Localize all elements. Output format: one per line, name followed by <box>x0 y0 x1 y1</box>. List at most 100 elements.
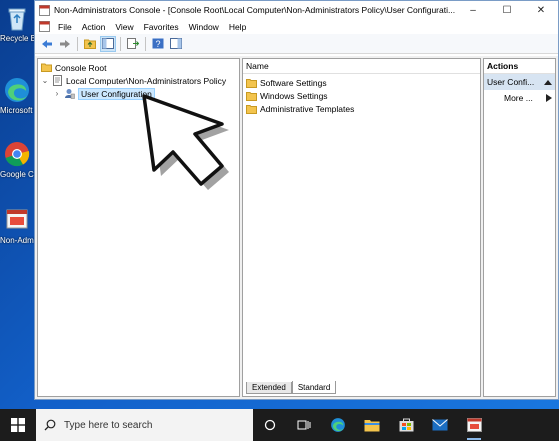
list-item-label: Administrative Templates <box>260 103 355 114</box>
toolbar-separator <box>77 36 78 51</box>
menu-action[interactable]: Action <box>77 22 111 32</box>
task-view-icon-button[interactable] <box>287 409 321 441</box>
list-item-label: Windows Settings <box>260 90 328 101</box>
desktop-icon-label: Non-Administrators Console <box>0 236 34 245</box>
taskbar-store[interactable] <box>389 409 423 441</box>
show-hide-console-tree-button[interactable] <box>100 35 116 52</box>
submenu-arrow-icon <box>546 94 552 102</box>
windows-logo-icon <box>11 418 25 432</box>
show-hide-action-pane-button[interactable] <box>168 36 184 52</box>
close-button[interactable]: ✕ <box>524 1 558 19</box>
task-view-button[interactable] <box>253 409 287 441</box>
console-tree-icon <box>102 38 114 49</box>
results-list-pane: Name Software Settings Windows Settings … <box>242 58 481 397</box>
desktop-icon-label: Google Chrome <box>0 170 34 179</box>
recycle-bin-icon <box>8 8 26 31</box>
forward-button[interactable] <box>57 36 73 52</box>
console-file-icon <box>6 209 28 229</box>
search-placeholder: Type here to search <box>64 419 153 431</box>
desktop-icon-chrome[interactable]: Google Chrome <box>0 140 34 179</box>
tab-extended[interactable]: Extended <box>246 382 292 394</box>
file-explorer-icon <box>364 420 380 432</box>
window-title: Non-Administrators Console - [Console Ro… <box>54 5 456 15</box>
menu-window[interactable]: Window <box>184 22 224 32</box>
tree-item-policy[interactable]: ⌄ Local Computer\Non-Administrators Poli… <box>41 74 226 87</box>
view-tabs: Extended Standard <box>246 381 337 394</box>
list-item-software-settings[interactable]: Software Settings <box>243 76 480 89</box>
help-icon: ? <box>152 38 164 49</box>
tree-item-label: Local Computer\Non-Administrators Policy <box>66 75 227 86</box>
menu-help[interactable]: Help <box>224 22 251 32</box>
tree-item-label: User Configuration <box>78 87 155 100</box>
desktop-icon-label: Microsoft Edge <box>0 106 34 115</box>
minimize-button[interactable]: – <box>456 1 490 19</box>
policy-document-icon <box>53 75 62 86</box>
action-more-label: More ... <box>504 93 533 103</box>
toolbar-separator <box>120 36 121 51</box>
svg-text:?: ? <box>155 39 160 49</box>
toolbar: ? <box>35 34 558 54</box>
collapse-chevron-icon[interactable]: ⌄ <box>41 76 49 85</box>
store-icon <box>399 418 413 432</box>
chrome-icon <box>5 142 30 167</box>
folder-icon <box>246 104 257 114</box>
console-app-icon <box>466 418 482 432</box>
search-icon <box>44 419 56 431</box>
taskbar: Type here to search <box>0 409 559 441</box>
taskbar-mmc-console[interactable] <box>457 409 491 441</box>
up-one-level-button[interactable] <box>82 36 98 52</box>
mmc-window: Non-Administrators Console - [Console Ro… <box>34 0 559 400</box>
actions-section-user-configuration[interactable]: User Confi... <box>484 74 555 90</box>
tree-item-console-root[interactable]: Console Root <box>41 61 107 74</box>
back-arrow-icon <box>42 39 52 48</box>
back-button[interactable] <box>39 36 55 52</box>
export-list-icon <box>127 38 139 49</box>
taskbar-search-box[interactable]: Type here to search <box>36 409 253 441</box>
expand-chevron-icon[interactable]: › <box>53 89 61 98</box>
user-configuration-icon <box>65 89 75 99</box>
action-pane-icon <box>170 38 182 49</box>
start-button[interactable] <box>0 409 36 441</box>
list-item-label: Software Settings <box>260 77 327 88</box>
menu-favorites[interactable]: Favorites <box>139 22 184 32</box>
menu-view[interactable]: View <box>110 22 138 32</box>
console-tree-pane: Console Root ⌄ Local Computer\Non-Admini… <box>37 58 240 397</box>
system-menu-icon[interactable] <box>39 21 50 32</box>
forward-arrow-icon <box>60 39 70 48</box>
menu-bar: File Action View Favorites Window Help <box>35 19 558 34</box>
tree-item-label: Console Root <box>55 62 107 73</box>
task-view-icon <box>297 420 311 430</box>
edge-icon <box>331 418 345 432</box>
folder-up-icon <box>84 39 96 49</box>
folder-icon <box>246 91 257 101</box>
edge-icon <box>5 78 29 102</box>
list-item-windows-settings[interactable]: Windows Settings <box>243 89 480 102</box>
desktop-icon-edge[interactable]: Microsoft Edge <box>0 76 34 115</box>
actions-pane: Actions User Confi... More ... <box>483 58 556 397</box>
folder-icon <box>41 63 52 72</box>
desktop-icon-label: Recycle Bin <box>0 34 34 43</box>
column-header-name[interactable]: Name <box>243 59 480 74</box>
menu-file[interactable]: File <box>53 22 77 32</box>
panes-container: Console Root ⌄ Local Computer\Non-Admini… <box>35 56 558 399</box>
cortana-circle-icon <box>264 419 276 431</box>
collapse-up-arrow-icon[interactable] <box>544 79 552 85</box>
toolbar-separator <box>145 36 146 51</box>
taskbar-edge[interactable] <box>321 409 355 441</box>
desktop-icon-recycle-bin[interactable]: Recycle Bin <box>0 4 34 43</box>
folder-icon <box>246 78 257 88</box>
title-bar[interactable]: Non-Administrators Console - [Console Ro… <box>35 1 558 19</box>
actions-title: Actions <box>484 59 555 74</box>
tab-standard[interactable]: Standard <box>291 381 337 394</box>
taskbar-file-explorer[interactable] <box>355 409 389 441</box>
maximize-button[interactable]: ☐ <box>490 1 524 19</box>
mail-icon <box>432 419 448 431</box>
taskbar-mail[interactable] <box>423 409 457 441</box>
action-more[interactable]: More ... <box>484 90 555 106</box>
list-item-administrative-templates[interactable]: Administrative Templates <box>243 102 480 115</box>
desktop-icon-console[interactable]: Non-Administrators Console <box>0 206 34 245</box>
console-app-icon <box>39 4 50 16</box>
help-button[interactable]: ? <box>150 36 166 52</box>
tree-item-user-configuration[interactable]: › User Configuration <box>53 87 155 100</box>
export-list-button[interactable] <box>125 36 141 52</box>
